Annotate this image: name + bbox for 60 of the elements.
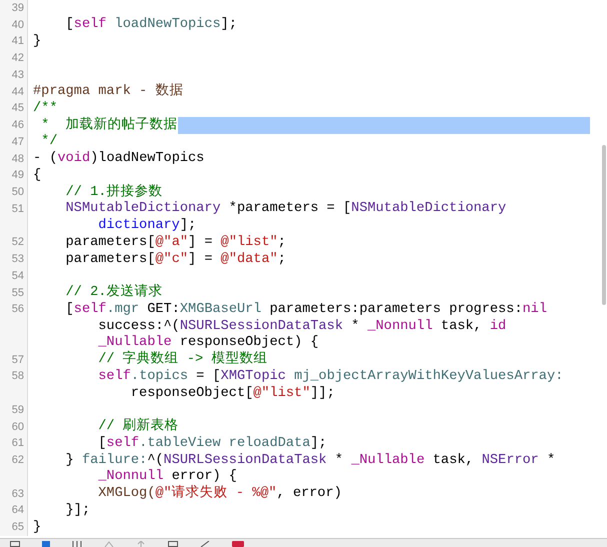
line-number: 56 bbox=[12, 303, 24, 316]
line-number: 47 bbox=[12, 136, 24, 149]
columns-icon[interactable] bbox=[72, 541, 82, 547]
code-line: } failure:^(NSURLSessionDataTask * _Nullable task, NSError * bbox=[64, 452, 556, 469]
line-number: 52 bbox=[12, 236, 24, 250]
code-line: // 1.拼接参数 bbox=[64, 184, 162, 201]
app-icon[interactable] bbox=[232, 541, 244, 547]
code-line: } bbox=[33, 34, 42, 50]
line-number: 65 bbox=[12, 521, 24, 534]
line-number: 55 bbox=[12, 286, 24, 300]
code-line: success:^(NSURLSessionDataTask * _Nonnull task, id bbox=[97, 318, 506, 335]
line-number: 43 bbox=[12, 68, 24, 82]
code-line: } bbox=[33, 520, 42, 536]
line-number: 64 bbox=[12, 504, 24, 518]
line-number: 46 bbox=[12, 119, 24, 132]
line-number: 57 bbox=[12, 354, 24, 367]
window-icon[interactable] bbox=[168, 541, 178, 547]
line-number: 61 bbox=[12, 437, 24, 450]
code-line: // 2.发送请求 bbox=[64, 285, 162, 302]
code-line: // 字典数组 -> 模型数组 bbox=[97, 352, 268, 368]
line-number: 54 bbox=[12, 270, 24, 283]
line-number: 59 bbox=[12, 404, 24, 417]
line-number: 62 bbox=[12, 454, 24, 468]
code-line: { bbox=[33, 168, 42, 184]
line-number: 50 bbox=[12, 186, 24, 200]
code-line: parameters[@"a"] = @"list"; bbox=[64, 234, 286, 251]
code-line: // 刷新表格 bbox=[97, 419, 179, 436]
line-number: 44 bbox=[12, 86, 24, 99]
line-number: 58 bbox=[12, 370, 24, 384]
line-number: 41 bbox=[12, 35, 24, 48]
code-line: _Nonnull error) { bbox=[97, 469, 237, 485]
panel-icon[interactable] bbox=[10, 541, 20, 547]
line-number: 60 bbox=[12, 420, 24, 434]
line-number: 48 bbox=[12, 152, 24, 166]
code-line: responseObject[@"list"]]; bbox=[130, 386, 335, 402]
code-line: NSMutableDictionary *parameters = [NSMutableDictionary bbox=[64, 201, 506, 218]
line-number: 51 bbox=[12, 202, 24, 216]
code-line: parameters[@"c"] = @"data"; bbox=[64, 252, 286, 268]
code-line: */ bbox=[40, 134, 58, 150]
code-line: [self.tableView reloadData]; bbox=[97, 436, 327, 452]
code-line: /** bbox=[33, 100, 58, 117]
code-line: * 加载新的帖子数据 bbox=[40, 118, 178, 134]
line-number: 42 bbox=[12, 52, 24, 66]
code-line: [self loadNewTopics]; bbox=[64, 17, 237, 34]
line-number: 49 bbox=[12, 169, 24, 182]
scrollbar[interactable] bbox=[602, 145, 606, 305]
code-line: self.topics = [XMGTopic mj_objectArrayWithKeyValuesArray: bbox=[97, 368, 564, 385]
line-number: 39 bbox=[12, 2, 24, 15]
code-line: - (void)loadNewTopics bbox=[33, 151, 204, 168]
line-number: 53 bbox=[12, 253, 24, 266]
line-number: 63 bbox=[12, 488, 24, 501]
code-line: }]; bbox=[64, 502, 90, 519]
code-line: dictionary]; bbox=[97, 218, 196, 234]
code-line: XMGLog(@"请求失败 - %@", error) bbox=[97, 486, 342, 502]
line-number: 45 bbox=[12, 102, 24, 116]
code-line: #pragma mark - 数据 bbox=[33, 84, 184, 100]
code-line: _Nullable responseObject) { bbox=[97, 335, 319, 350]
file-icon[interactable] bbox=[42, 541, 50, 547]
code-line: [self.mgr GET:XMGBaseUrl parameters:parameters progress:nil bbox=[64, 302, 547, 318]
line-number: 40 bbox=[12, 18, 24, 32]
